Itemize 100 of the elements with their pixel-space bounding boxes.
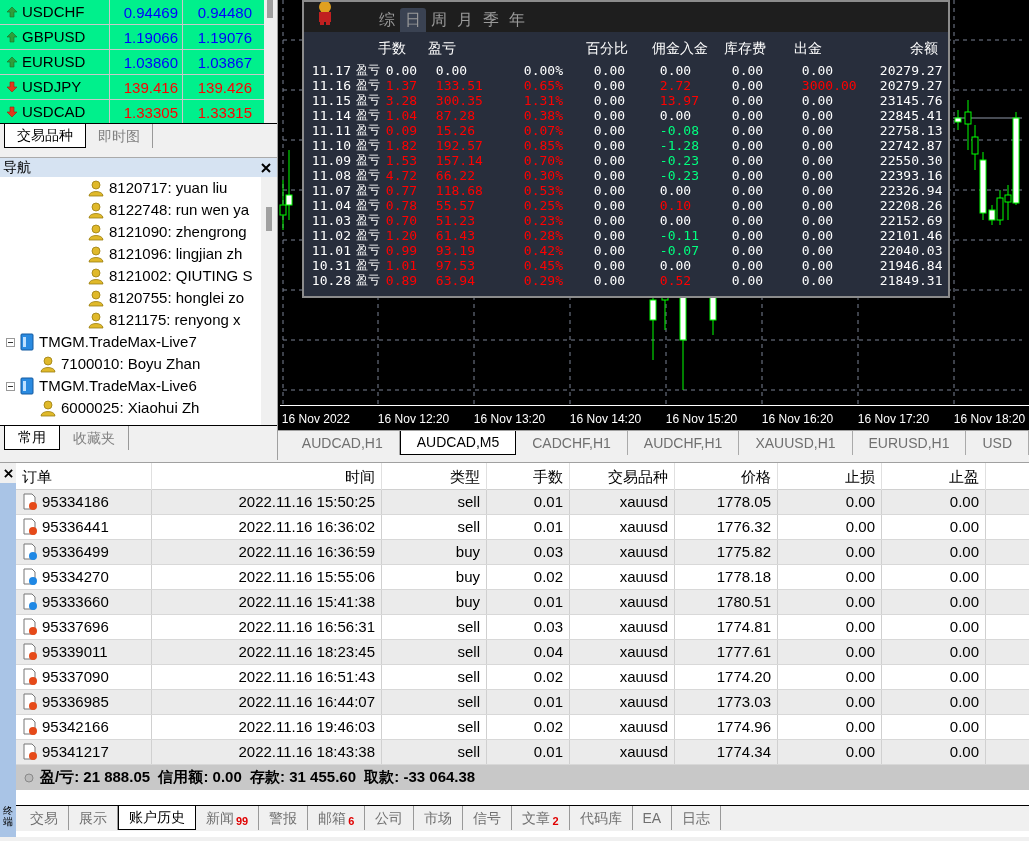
time-axis-label: 16 Nov 14:20 xyxy=(568,411,643,428)
table-cell-text: 1776.32 xyxy=(716,516,771,537)
value-cell-text: 0.00 xyxy=(731,198,765,213)
table-cell-text: 0.00 xyxy=(845,716,875,737)
close-icon[interactable] xyxy=(260,162,271,173)
value-cell-text: 61.43 xyxy=(435,228,476,243)
account-name[interactable]: 8121090: zhengrong xyxy=(109,220,247,244)
terminal-tab[interactable]: EA xyxy=(632,806,673,830)
value-cell-text: 0.78 xyxy=(385,198,419,213)
row-label: 盈亏 xyxy=(355,153,381,168)
account-name[interactable]: 8120755: honglei zo xyxy=(109,286,245,310)
date-cell-text: 11.07 xyxy=(311,183,352,198)
account-name[interactable]: 8122748: run wen ya xyxy=(109,198,250,222)
table-cell-text: 1775.82 xyxy=(716,541,771,562)
period-tab[interactable]: 季 xyxy=(477,8,504,32)
table-cell-text: sell xyxy=(457,741,480,762)
table-cell-text: 0.02 xyxy=(533,566,563,587)
value-cell-text: 0.00 xyxy=(593,213,627,228)
scrollbar[interactable] xyxy=(264,0,277,123)
server-name[interactable]: TMGM.TradeMax-Live6 xyxy=(39,374,197,398)
table-cell-text: 0.04 xyxy=(533,641,563,662)
table-cell-text: 2022.11.16 19:46:03 xyxy=(238,716,375,737)
table-cell-text: buy xyxy=(455,591,480,612)
table-cell-text: 1774.96 xyxy=(716,716,771,737)
server-name[interactable]: TMGM.TradeMax-Live7 xyxy=(39,330,197,354)
chart-tab[interactable]: AUDCAD,M5 xyxy=(399,431,517,455)
symbol-name[interactable]: USDCHF xyxy=(22,0,85,24)
chart-tab[interactable]: EURUSD,H1 xyxy=(852,431,967,455)
chart-tab[interactable]: USD xyxy=(966,431,1029,455)
value-cell-text: 1.31% xyxy=(523,93,564,108)
chart-tab[interactable]: AUDCHF,H1 xyxy=(627,431,740,455)
table-cell-text: buy xyxy=(455,566,480,587)
chart-tab[interactable]: CADCHF,H1 xyxy=(516,431,628,455)
value-cell-text: 0.53% xyxy=(523,183,564,198)
arrow-up-icon xyxy=(6,31,18,43)
panel-tab[interactable]: 交易品种 xyxy=(4,124,86,148)
period-tab[interactable]: 周 xyxy=(425,8,452,32)
value-cell-text: 0.00 xyxy=(593,198,627,213)
ask-price: 1.19076 xyxy=(196,28,253,48)
table-cell-text: 1780.51 xyxy=(716,591,771,612)
scrollbar[interactable] xyxy=(260,177,277,425)
terminal-tab[interactable]: 代码库 xyxy=(569,806,633,830)
value-cell-text: 1.20 xyxy=(385,228,419,243)
terminal-tab[interactable]: 账户历史 xyxy=(118,806,196,830)
terminal-tab[interactable]: 交易 xyxy=(20,806,69,830)
chart-tab[interactable]: AUDCAD,H1 xyxy=(285,431,400,455)
column-header: 库存费 xyxy=(723,39,767,58)
period-tab[interactable]: 综 xyxy=(373,8,400,32)
terminal-tab[interactable]: 市场 xyxy=(414,806,464,830)
person-icon xyxy=(88,267,104,285)
value-cell-text: 0.00 xyxy=(801,213,835,228)
value-cell-text: 133.51 xyxy=(435,78,484,93)
account-name[interactable]: 7100010: Boyu Zhan xyxy=(61,352,201,376)
value-cell-text: 0.00 xyxy=(593,183,627,198)
symbol-name[interactable]: GBPUSD xyxy=(22,25,86,49)
terminal-tab[interactable]: 公司 xyxy=(365,806,415,830)
arrow-up-icon xyxy=(6,56,18,68)
panel-tab[interactable]: 即时图 xyxy=(86,124,153,148)
column-header: 盈亏 xyxy=(427,39,457,58)
chart-tab[interactable]: XAUUSD,H1 xyxy=(739,431,853,455)
row-label: 盈亏 xyxy=(355,138,381,153)
account-name[interactable]: 8121175: renyong x xyxy=(109,308,241,332)
period-tab[interactable]: 日 xyxy=(399,8,426,32)
account-name[interactable]: 8121002: QIUTING S xyxy=(109,264,253,288)
symbol-name[interactable]: USDCAD xyxy=(22,100,86,123)
value-cell-text: 0.00 xyxy=(593,153,627,168)
terminal-tab[interactable]: 警报 xyxy=(259,806,309,830)
symbol-name[interactable]: USDJPY xyxy=(22,75,82,99)
row-label: 盈亏 xyxy=(355,123,381,138)
panel-tab[interactable]: 收藏夹 xyxy=(60,426,129,450)
time-axis-label: 16 Nov 17:20 xyxy=(856,411,931,428)
period-tab[interactable]: 月 xyxy=(451,8,478,32)
value-cell-text: 0.00 xyxy=(593,123,627,138)
table-cell-text: 1778.05 xyxy=(716,491,771,512)
value-cell-text: 0.00 xyxy=(731,123,765,138)
panel-tab[interactable]: 常用 xyxy=(4,426,60,450)
collapse-toggle[interactable] xyxy=(6,381,15,391)
account-name[interactable]: 8121096: lingjian zh xyxy=(109,242,243,266)
period-tab[interactable]: 年 xyxy=(503,8,530,32)
value-cell-text: 0.25% xyxy=(523,198,564,213)
table-cell-text: 95334186 xyxy=(42,491,109,512)
value-cell-text: 0.00 xyxy=(385,63,419,78)
terminal-tab[interactable]: 日志 xyxy=(672,806,722,830)
value-cell-text: 20279.27 xyxy=(879,78,944,93)
value-cell-text: 0.00 xyxy=(731,228,765,243)
value-cell-text: 22393.16 xyxy=(879,168,944,183)
table-cell-text: 0.00 xyxy=(845,541,875,562)
close-icon[interactable] xyxy=(3,468,13,478)
table-cell-text: sell xyxy=(457,691,480,712)
table-cell-text: xauusd xyxy=(619,541,668,562)
collapse-toggle[interactable] xyxy=(6,337,15,347)
value-cell-text: 0.00 xyxy=(731,213,765,228)
terminal-tab[interactable]: 信号 xyxy=(463,806,513,830)
symbol-name[interactable]: EURUSD xyxy=(22,50,86,74)
person-icon xyxy=(88,201,104,219)
value-cell-text: 21946.84 xyxy=(879,258,944,273)
table-cell-text: xauusd xyxy=(619,641,668,662)
account-name[interactable]: 6000025: Xiaohui Zh xyxy=(61,396,200,420)
value-cell-text: 66.22 xyxy=(435,168,476,183)
account-name[interactable]: 8120717: yuan liu xyxy=(109,177,228,200)
